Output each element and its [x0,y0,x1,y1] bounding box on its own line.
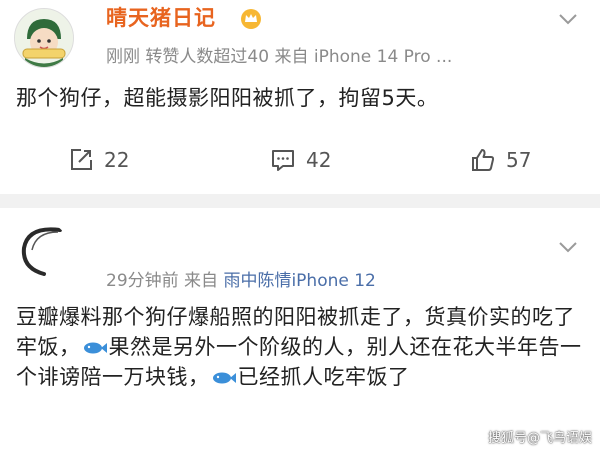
action-bar: 22 42 57 [0,140,600,180]
avatar[interactable] [14,8,74,68]
feed-separator [0,194,600,208]
post-content: 豆瓣爆料那个狗仔爆船照的阳阳被抓走了，货真价实的吃了牢饭， 果然是另外一个阶级的… [16,302,586,392]
fish-emoji-icon [83,342,107,354]
repost-icon [71,149,92,170]
watermark: 搜狐号@飞鸟语娱 [487,431,592,446]
like-icon [472,149,495,171]
post-time-source: 29分钟前 来自 [106,271,224,291]
like-button[interactable]: 57 [470,146,531,174]
username[interactable]: 晴天猪日记 [106,2,216,32]
avatar[interactable] [14,222,70,278]
like-count: 57 [506,148,532,172]
post-meta: 刚刚 转赞人数超过40 来自 iPhone 14 Pro ... [106,47,453,67]
post-meta: 29分钟前 来自 雨中陈情iPhone 12 [106,266,376,291]
avatar-sketch-icon [14,222,70,278]
weibo-post-2: 29分钟前 来自 雨中陈情iPhone 12 豆瓣爆料那个狗仔爆船照的阳阳被抓走… [0,208,600,452]
device-link[interactable]: 雨中陈情iPhone 12 [223,271,375,291]
comment-button[interactable]: 42 [270,146,331,174]
repost-button[interactable]: 22 [68,146,129,174]
comment-icon [272,150,294,171]
content-part-3: 已经抓人吃牢饭了 [237,365,410,389]
post-content: 那个狗仔，超能摄影阳阳被抓了，拘留5天。 [16,86,439,110]
chevron-down-icon[interactable] [558,240,578,254]
weibo-post-1: 晴天猪日记 刚刚 转赞人数超过40 来自 iPhone 14 Pro ... 那… [0,0,600,194]
comment-count: 42 [306,148,332,172]
fish-emoji-icon [212,372,236,384]
avatar-cartoon-icon [15,9,73,67]
crown-badge-icon [241,9,261,29]
repost-count: 22 [104,148,130,172]
chevron-down-icon[interactable] [558,12,578,26]
